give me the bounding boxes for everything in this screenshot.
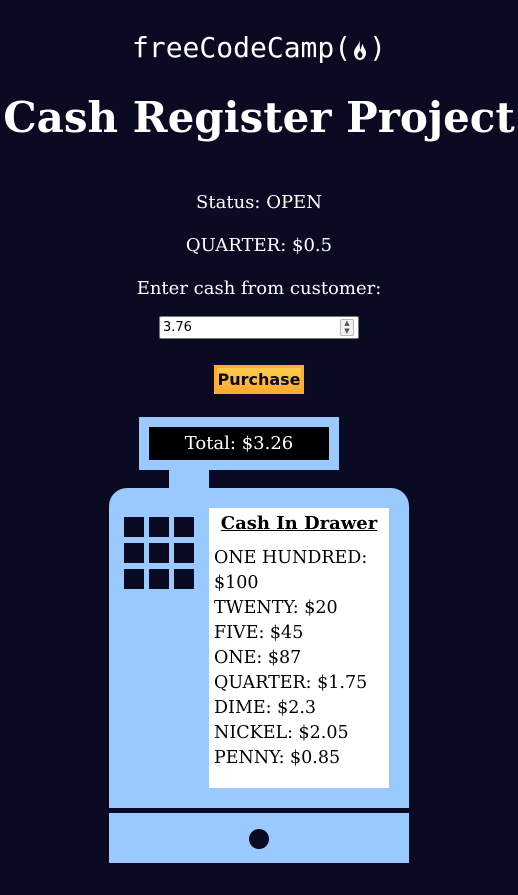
keypad-key [124,543,144,563]
logo-text: freeCodeCamp( [131,31,352,64]
change-due-quarter: QUARTER: $0.5 [185,235,333,256]
keypad-key [149,517,169,537]
page-title: Cash Register Project [3,93,515,142]
keypad-key [174,569,194,589]
drawer-item-twenty: TWENTY: $20 [214,598,338,618]
register-top: Total: $3.26 [139,417,339,470]
keypad-key [124,517,144,537]
drawer-list: ONE HUNDRED: $100 TWENTY: $20 FIVE: $45 … [214,546,384,771]
logo-text-end: ) [369,31,386,64]
cash-in-drawer: Cash In Drawer ONE HUNDRED: $100 TWENTY:… [209,508,389,788]
keypad-key [124,569,144,589]
register-body: Cash In Drawer ONE HUNDRED: $100 TWENTY:… [109,488,409,808]
cash-input-container: ▲ ▼ [159,316,359,339]
change-due-status: Status: OPEN [196,192,322,213]
cash-input[interactable] [160,317,336,338]
drawer-item-one-hundred: ONE HUNDRED: $100 [214,548,368,593]
register-base [109,813,409,863]
drawer-item-one: ONE: $87 [214,648,302,668]
stepper-down-icon[interactable]: ▼ [341,328,353,335]
freecodecamp-logo[interactable]: freeCodeCamp() [0,30,518,66]
drawer-item-quarter: QUARTER: $1.75 [214,673,368,693]
page: freeCodeCamp() Cash Register Project Sta… [0,0,518,895]
register-base-button [249,829,269,849]
keypad-key [149,543,169,563]
keypad-key [174,517,194,537]
register-keypad [124,517,194,589]
stepper-up-icon[interactable]: ▲ [341,320,353,327]
register-neck [169,470,209,489]
purchase-button[interactable]: Purchase [214,365,304,394]
number-stepper[interactable]: ▲ ▼ [340,319,354,336]
drawer-item-dime: DIME: $2.3 [214,698,317,718]
keypad-key [149,569,169,589]
cash-input-label: Enter cash from customer: [136,278,382,299]
drawer-item-penny: PENNY: $0.85 [214,748,341,768]
drawer-item-five: FIVE: $45 [214,623,304,643]
fire-icon [354,39,367,60]
keypad-key [174,543,194,563]
drawer-item-nickel: NICKEL: $2.05 [214,723,349,743]
drawer-title: Cash In Drawer [220,513,378,534]
price-total-display: Total: $3.26 [149,427,329,460]
